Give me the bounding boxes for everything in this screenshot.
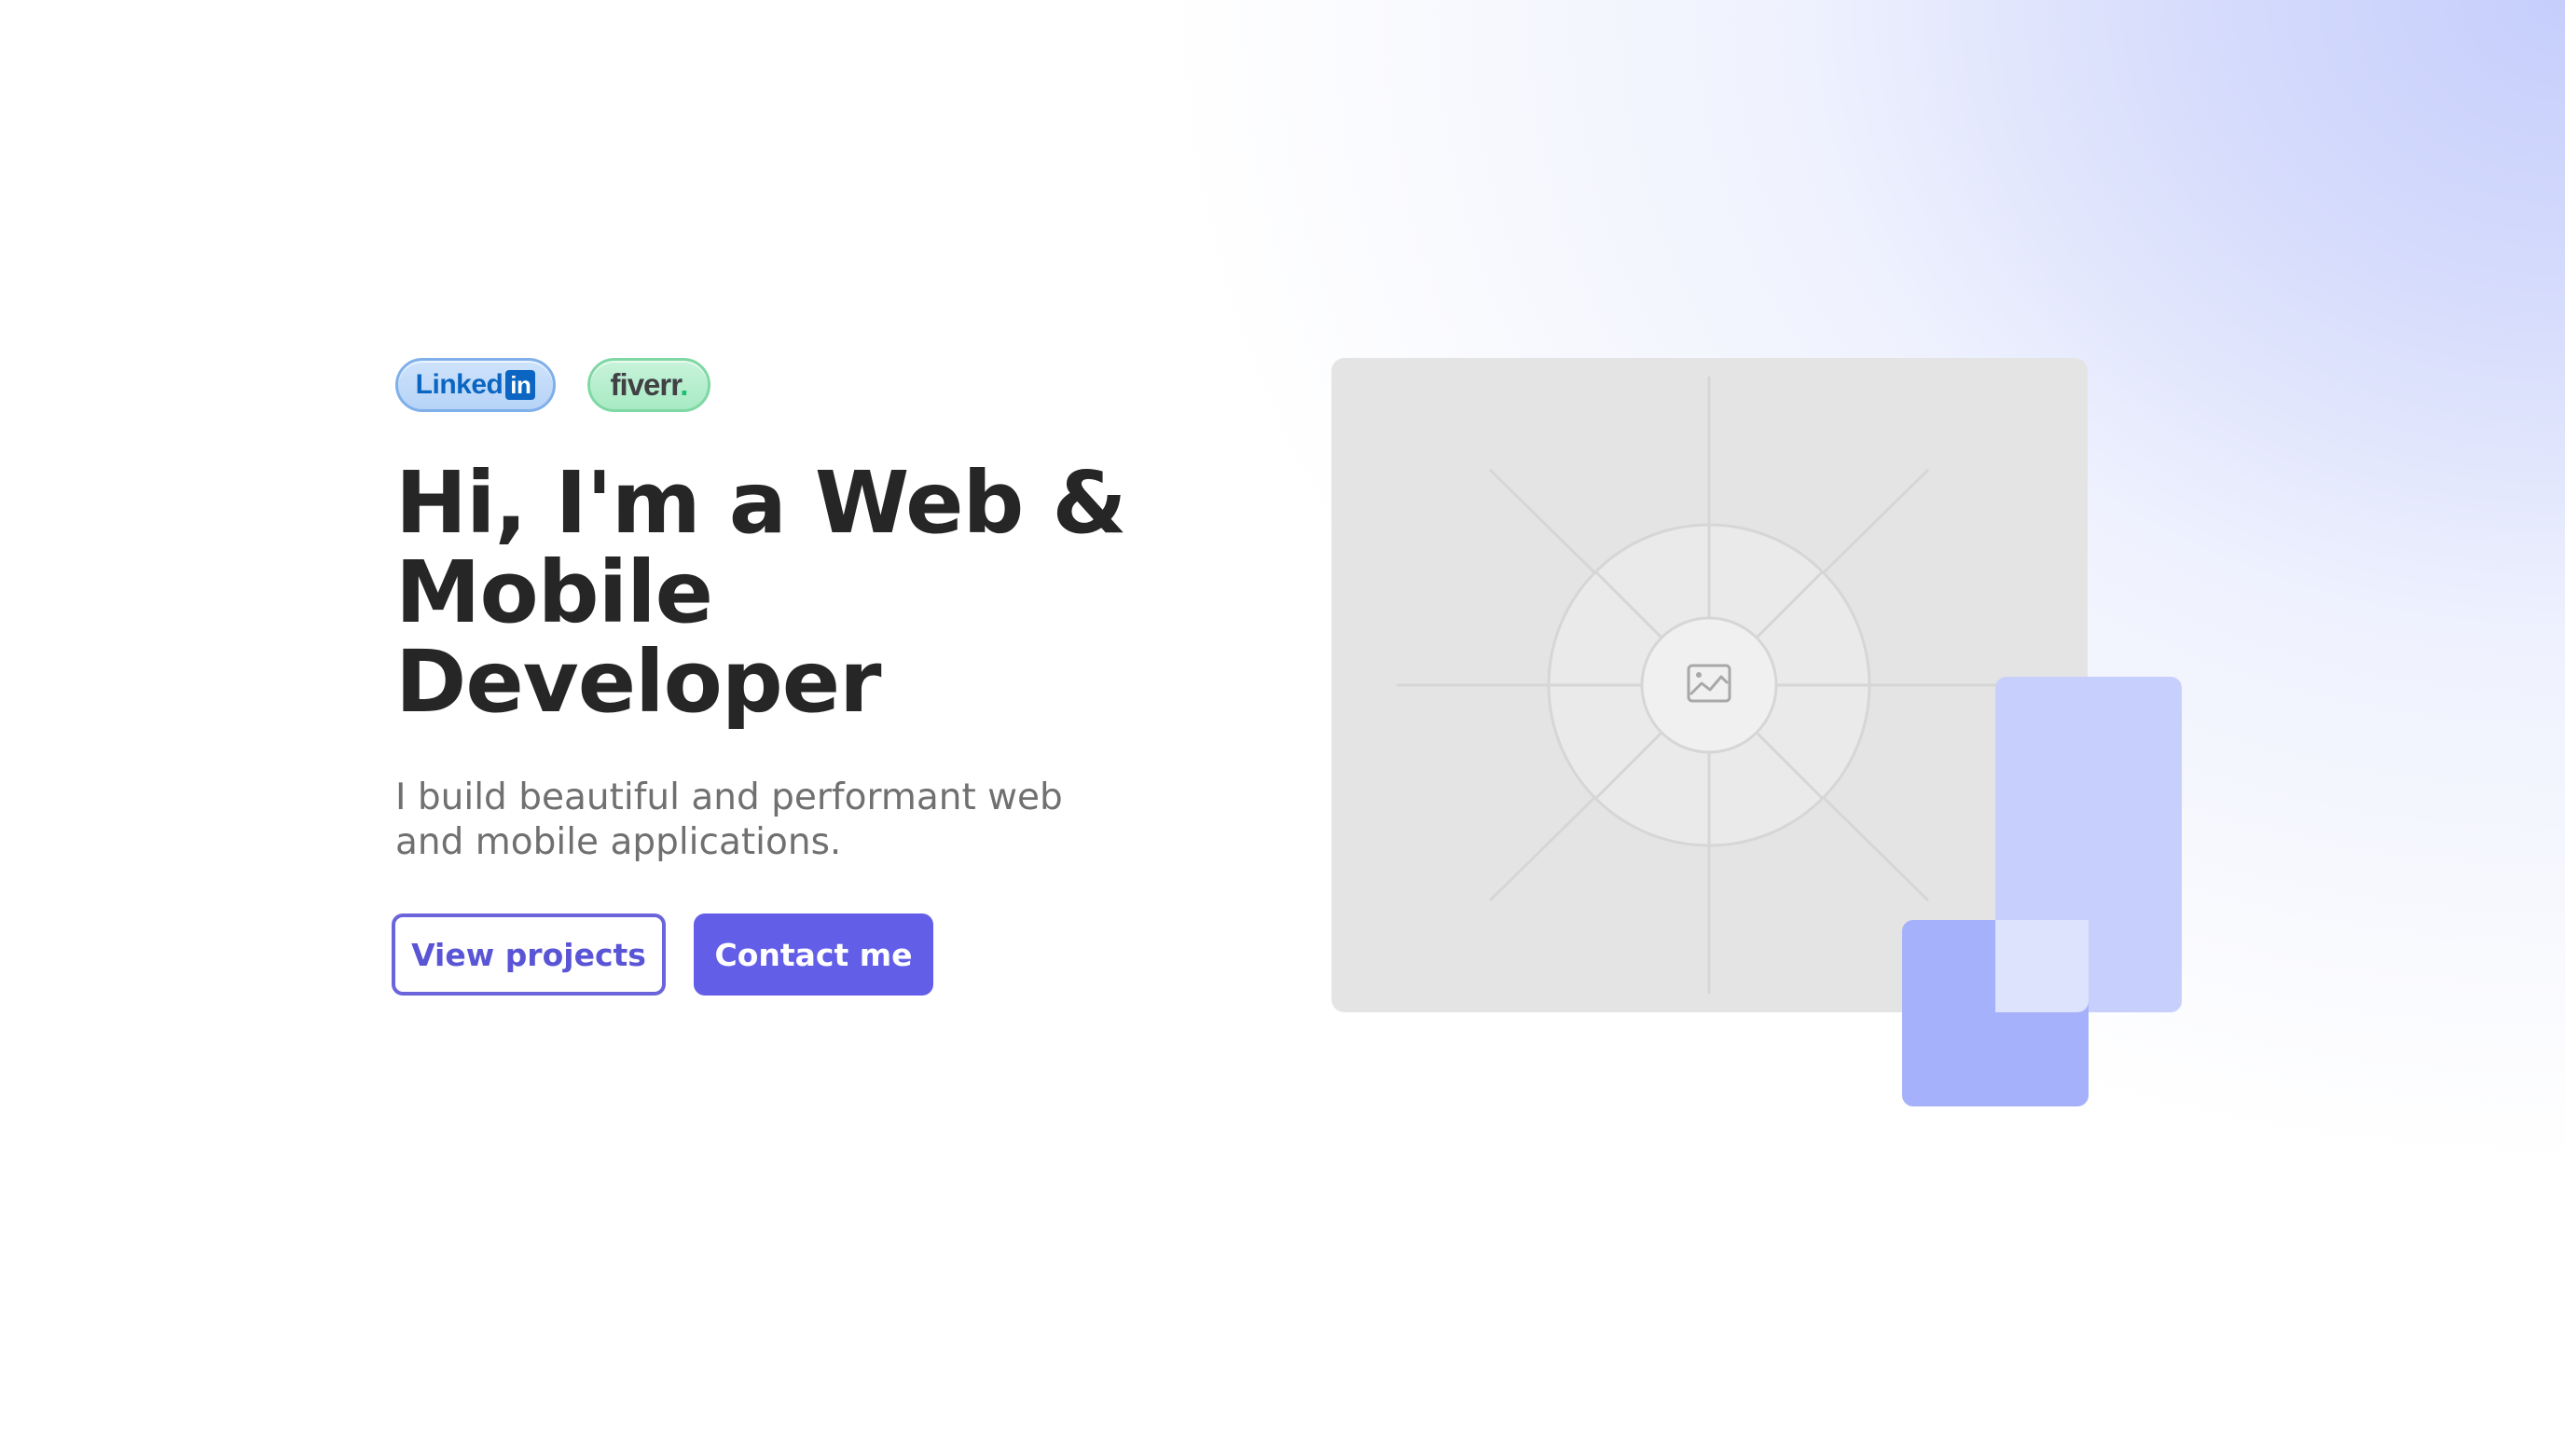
- fiverr-logo: fiverr.: [610, 367, 689, 403]
- linkedin-badge[interactable]: Linked in: [395, 358, 556, 412]
- hero-illustration: [1331, 358, 2182, 1107]
- hero-subtitle: I build beautiful and performant web and…: [395, 776, 1063, 863]
- linkedin-logo-box: in: [505, 370, 536, 400]
- linkedin-logo: Linked in: [416, 369, 536, 401]
- decorative-overlap: [1995, 920, 2089, 1012]
- placeholder-pattern: [1397, 377, 2021, 994]
- fiverr-logo-text: fiverr: [610, 367, 682, 402]
- hero-section: Linked in fiverr. Hi, I'm a Web & Mobile…: [392, 358, 1234, 996]
- cta-buttons: View projects Contact me: [392, 913, 1234, 996]
- social-badges: Linked in fiverr.: [395, 358, 1234, 412]
- image-icon: [1640, 616, 1778, 754]
- fiverr-badge[interactable]: fiverr.: [587, 358, 710, 412]
- image-placeholder: [1331, 358, 2088, 1012]
- fiverr-logo-dot: .: [680, 367, 688, 402]
- view-projects-button[interactable]: View projects: [392, 913, 666, 996]
- linkedin-logo-text: Linked: [415, 369, 503, 400]
- hero-headline: Hi, I'm a Web & Mobile Developer: [395, 453, 1127, 732]
- contact-me-button[interactable]: Contact me: [694, 913, 933, 996]
